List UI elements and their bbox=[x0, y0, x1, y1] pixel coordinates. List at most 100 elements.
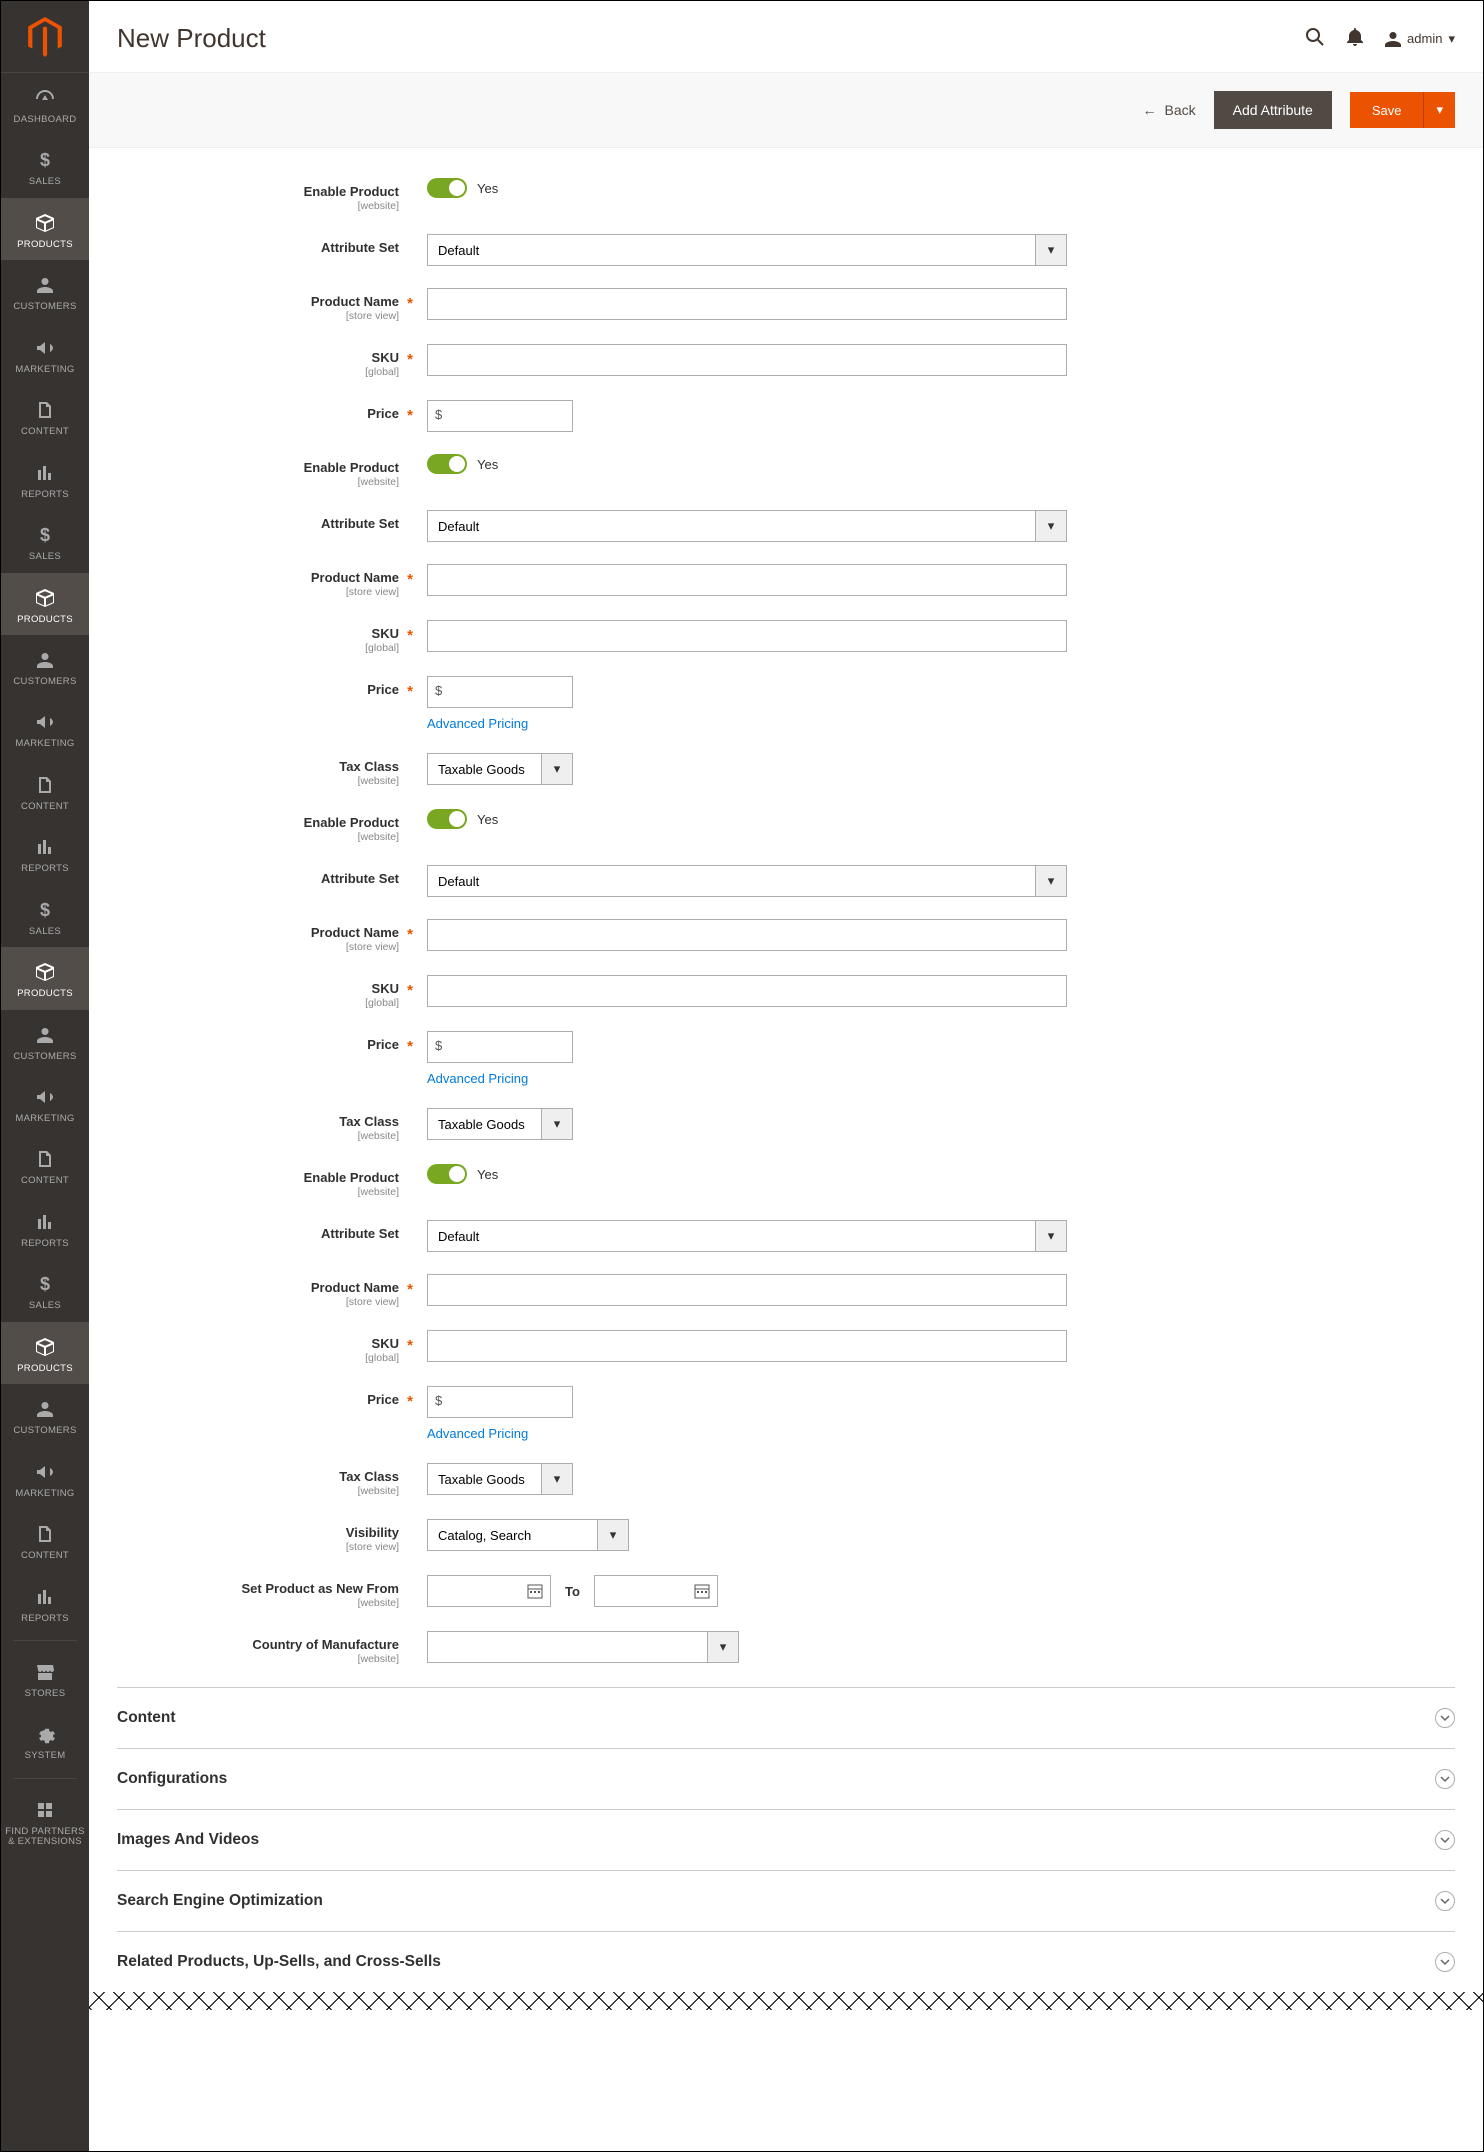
sidebar-item-stores[interactable]: STORES bbox=[1, 1647, 89, 1709]
field-label: SKU*[global] bbox=[117, 620, 427, 654]
attribute-set-select[interactable] bbox=[427, 865, 1035, 897]
sidebar-item-label: CUSTOMERS bbox=[5, 302, 85, 312]
attribute-set-select[interactable] bbox=[427, 234, 1035, 266]
chevron-down-icon[interactable]: ▾ bbox=[1035, 510, 1067, 542]
chevron-down-icon[interactable]: ▾ bbox=[1035, 1220, 1067, 1252]
sidebar-item-dashboard[interactable]: DASHBOARD bbox=[1, 73, 89, 135]
enable-product-toggle[interactable] bbox=[427, 454, 467, 474]
sidebar-item-customers[interactable]: CUSTOMERS bbox=[1, 1384, 89, 1446]
product-name-input[interactable] bbox=[427, 919, 1067, 951]
product-name-input[interactable] bbox=[427, 564, 1067, 596]
sidebar-item-system[interactable]: SYSTEM bbox=[1, 1709, 89, 1771]
product-name-input[interactable] bbox=[427, 1274, 1067, 1306]
date-to-input[interactable] bbox=[594, 1575, 718, 1607]
advanced-pricing-link[interactable]: Advanced Pricing bbox=[427, 716, 528, 731]
sidebar-item-reports[interactable]: REPORTS bbox=[1, 1572, 89, 1634]
tax-class-select[interactable] bbox=[427, 1463, 541, 1495]
sidebar-item-sales[interactable]: $SALES bbox=[1, 885, 89, 947]
visibility-select[interactable] bbox=[427, 1519, 597, 1551]
sku-input[interactable] bbox=[427, 1330, 1067, 1362]
sidebar-item-sales[interactable]: $SALES bbox=[1, 135, 89, 197]
sidebar-item-products[interactable]: PRODUCTS bbox=[1, 1322, 89, 1384]
sidebar-item-reports[interactable]: REPORTS bbox=[1, 1197, 89, 1259]
back-button[interactable]: ← Back bbox=[1143, 102, 1196, 118]
attribute-set-select[interactable] bbox=[427, 510, 1035, 542]
save-dropdown-icon[interactable]: ▾ bbox=[1423, 92, 1455, 128]
sidebar-item-content[interactable]: CONTENT bbox=[1, 385, 89, 447]
save-button[interactable]: Save ▾ bbox=[1350, 92, 1455, 128]
sidebar-item-sales[interactable]: $SALES bbox=[1, 1259, 89, 1321]
add-attribute-button[interactable]: Add Attribute bbox=[1214, 91, 1332, 129]
field-label: Set Product as New From[website] bbox=[117, 1575, 427, 1609]
section-configurations[interactable]: Configurations bbox=[117, 1748, 1455, 1809]
bell-icon[interactable] bbox=[1347, 28, 1363, 49]
sidebar-item-reports[interactable]: REPORTS bbox=[1, 822, 89, 884]
chevron-down-icon[interactable]: ▾ bbox=[541, 1463, 573, 1495]
product-name-input[interactable] bbox=[427, 288, 1067, 320]
price-input[interactable] bbox=[427, 1386, 573, 1418]
chevron-down-icon[interactable] bbox=[1435, 1769, 1455, 1789]
sidebar-item-customers[interactable]: CUSTOMERS bbox=[1, 1010, 89, 1072]
search-icon[interactable] bbox=[1305, 27, 1325, 50]
user-menu[interactable]: admin ▾ bbox=[1385, 31, 1455, 47]
section-images-and-videos[interactable]: Images And Videos bbox=[117, 1809, 1455, 1870]
price-input[interactable] bbox=[427, 676, 573, 708]
field-label: Attribute Set bbox=[117, 510, 427, 531]
advanced-pricing-link[interactable]: Advanced Pricing bbox=[427, 1071, 528, 1086]
enable-product-toggle[interactable] bbox=[427, 809, 467, 829]
page-icon bbox=[5, 1148, 85, 1170]
calendar-icon[interactable] bbox=[693, 1582, 711, 1603]
partners-icon bbox=[5, 1799, 85, 1821]
sidebar-item-products[interactable]: PRODUCTS bbox=[1, 573, 89, 635]
megaphone-icon bbox=[5, 337, 85, 359]
chevron-down-icon[interactable]: ▾ bbox=[541, 1108, 573, 1140]
sidebar-item-content[interactable]: CONTENT bbox=[1, 760, 89, 822]
section-search-engine-optimization[interactable]: Search Engine Optimization bbox=[117, 1870, 1455, 1931]
sidebar-item-sales[interactable]: $SALES bbox=[1, 510, 89, 572]
chevron-down-icon[interactable]: ▾ bbox=[1035, 865, 1067, 897]
sidebar-item-customers[interactable]: CUSTOMERS bbox=[1, 635, 89, 697]
date-from-input[interactable] bbox=[427, 1575, 551, 1607]
chevron-down-icon[interactable] bbox=[1435, 1830, 1455, 1850]
sidebar-item-marketing[interactable]: MARKETING bbox=[1, 1447, 89, 1509]
chevron-down-icon[interactable] bbox=[1435, 1952, 1455, 1972]
sidebar-item-marketing[interactable]: MARKETING bbox=[1, 1072, 89, 1134]
sidebar-item-products[interactable]: PRODUCTS bbox=[1, 198, 89, 260]
enable-product-toggle[interactable] bbox=[427, 178, 467, 198]
section-title: Related Products, Up-Sells, and Cross-Se… bbox=[117, 1953, 441, 1971]
bars-icon bbox=[5, 1211, 85, 1233]
sku-input[interactable] bbox=[427, 620, 1067, 652]
tax-class-select[interactable] bbox=[427, 753, 541, 785]
chevron-down-icon[interactable]: ▾ bbox=[541, 753, 573, 785]
currency-symbol: $ bbox=[435, 407, 442, 422]
sidebar-item-marketing[interactable]: MARKETING bbox=[1, 323, 89, 385]
sidebar-item-content[interactable]: CONTENT bbox=[1, 1134, 89, 1196]
chevron-down-icon[interactable] bbox=[1435, 1891, 1455, 1911]
chevron-down-icon[interactable]: ▾ bbox=[597, 1519, 629, 1551]
chevron-down-icon[interactable]: ▾ bbox=[1035, 234, 1067, 266]
attribute-set-select[interactable] bbox=[427, 1220, 1035, 1252]
sku-input[interactable] bbox=[427, 344, 1067, 376]
chevron-down-icon[interactable]: ▾ bbox=[707, 1631, 739, 1663]
calendar-icon[interactable] bbox=[526, 1582, 544, 1603]
advanced-pricing-link[interactable]: Advanced Pricing bbox=[427, 1426, 528, 1441]
sidebar-item-products[interactable]: PRODUCTS bbox=[1, 947, 89, 1009]
chevron-down-icon[interactable] bbox=[1435, 1708, 1455, 1728]
sidebar-item-find-partners-extensions[interactable]: FIND PARTNERS & EXTENSIONS bbox=[1, 1785, 89, 1858]
sku-input[interactable] bbox=[427, 975, 1067, 1007]
enable-product-toggle[interactable] bbox=[427, 1164, 467, 1184]
action-bar: ← Back Add Attribute Save ▾ bbox=[89, 72, 1483, 148]
sidebar-item-customers[interactable]: CUSTOMERS bbox=[1, 260, 89, 322]
sidebar-item-content[interactable]: CONTENT bbox=[1, 1509, 89, 1571]
country-select[interactable] bbox=[427, 1631, 707, 1663]
sidebar-item-reports[interactable]: REPORTS bbox=[1, 448, 89, 510]
box-icon bbox=[5, 961, 85, 983]
magento-logo[interactable] bbox=[1, 1, 89, 73]
price-input[interactable] bbox=[427, 1031, 573, 1063]
sidebar-item-marketing[interactable]: MARKETING bbox=[1, 697, 89, 759]
section-content[interactable]: Content bbox=[117, 1687, 1455, 1748]
price-input[interactable] bbox=[427, 400, 573, 432]
tax-class-select[interactable] bbox=[427, 1108, 541, 1140]
box-icon bbox=[5, 1336, 85, 1358]
section-related-products-up-sells-and-cross-sells[interactable]: Related Products, Up-Sells, and Cross-Se… bbox=[117, 1931, 1455, 1992]
